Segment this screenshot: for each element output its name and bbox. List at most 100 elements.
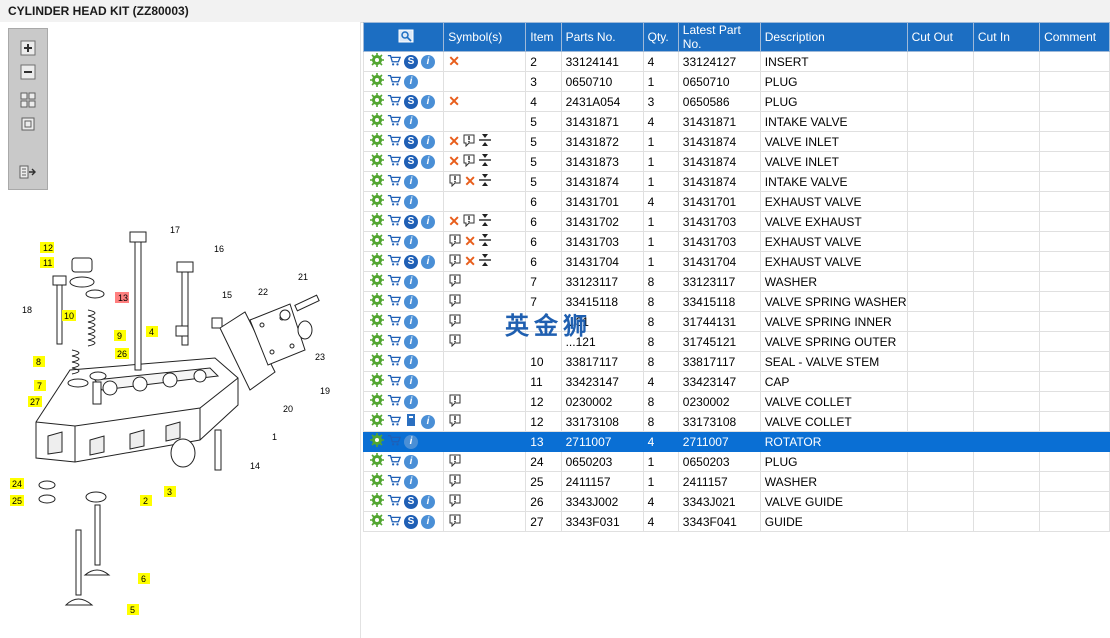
- table-row[interactable]: i 7 33415118 8 33415118 VALVE SPRING WASHER: [362, 291, 1110, 312]
- column-header-description[interactable]: Description: [759, 22, 908, 52]
- info-icon[interactable]: i: [421, 514, 435, 529]
- info-icon[interactable]: i: [404, 334, 418, 349]
- cart-icon[interactable]: [387, 373, 401, 390]
- cart-icon[interactable]: [387, 413, 401, 430]
- gear-icon[interactable]: [370, 113, 384, 130]
- gear-icon[interactable]: [370, 353, 384, 370]
- gear-icon[interactable]: [370, 453, 384, 470]
- info-icon[interactable]: i: [404, 74, 418, 89]
- gear-icon[interactable]: [370, 93, 384, 110]
- cart-icon[interactable]: [387, 313, 401, 330]
- gear-icon[interactable]: [370, 273, 384, 290]
- table-row[interactable]: i 10 33817117 8 33817117 SEAL - VALVE STEM: [362, 351, 1110, 372]
- cart-icon[interactable]: [387, 113, 401, 130]
- gear-icon[interactable]: [370, 233, 384, 250]
- book-icon[interactable]: [404, 413, 418, 430]
- info-icon[interactable]: i: [404, 174, 418, 189]
- gear-icon[interactable]: [370, 293, 384, 310]
- table-row[interactable]: i 12 33173108 8 33173108 VALVE COLLET: [362, 411, 1110, 432]
- gear-icon[interactable]: [370, 373, 384, 390]
- cart-icon[interactable]: [387, 273, 401, 290]
- cart-icon[interactable]: [387, 253, 401, 270]
- fit-all-button[interactable]: [16, 89, 40, 111]
- column-header-search[interactable]: [362, 22, 445, 52]
- cart-icon[interactable]: [387, 133, 401, 150]
- info-icon[interactable]: i: [421, 414, 435, 429]
- table-row[interactable]: i 6 31431701 4 31431701 EXHAUST VALVE: [362, 191, 1110, 212]
- cart-icon[interactable]: [387, 293, 401, 310]
- gear-icon[interactable]: [370, 433, 384, 450]
- export-button[interactable]: [16, 161, 40, 183]
- info-icon[interactable]: i: [421, 94, 435, 109]
- column-header-item[interactable]: Item: [525, 22, 562, 52]
- table-row[interactable]: Si 26 3343J002 4 3343J021 VALVE GUIDE: [362, 491, 1110, 512]
- info-icon[interactable]: i: [421, 154, 435, 169]
- search-icon[interactable]: [398, 29, 414, 43]
- cart-icon[interactable]: [387, 453, 401, 470]
- table-row[interactable]: Si 27 3343F031 4 3343F041 GUIDE: [362, 511, 1110, 532]
- column-header-symbols[interactable]: Symbol(s): [443, 22, 527, 52]
- table-row[interactable]: i 5 31431871 4 31431871 INTAKE VALVE: [362, 111, 1110, 132]
- gear-icon[interactable]: [370, 73, 384, 90]
- cart-icon[interactable]: [387, 173, 401, 190]
- cart-icon[interactable]: [387, 153, 401, 170]
- gear-icon[interactable]: [370, 393, 384, 410]
- cart-icon[interactable]: [387, 233, 401, 250]
- cart-icon[interactable]: [387, 513, 401, 530]
- cart-icon[interactable]: [387, 433, 401, 450]
- info-icon[interactable]: i: [404, 374, 418, 389]
- info-icon[interactable]: i: [421, 494, 435, 509]
- table-row[interactable]: i ✕ 5 31431874 1 31431874 INTAKE VALVE: [362, 171, 1110, 192]
- supersession-icon[interactable]: S: [404, 214, 418, 229]
- info-icon[interactable]: i: [421, 254, 435, 269]
- gear-icon[interactable]: [370, 493, 384, 510]
- table-row[interactable]: i 3 0650710 1 0650710 PLUG: [362, 71, 1110, 92]
- cart-icon[interactable]: [387, 393, 401, 410]
- table-row[interactable]: i ...121 8 31745121 VALVE SPRING OUTER: [362, 331, 1110, 352]
- table-row[interactable]: Si ✕ 2 33124141 4 33124127 INSERT: [362, 51, 1110, 72]
- column-header-latest-part-no[interactable]: Latest Part No.: [677, 22, 761, 52]
- table-row[interactable]: i 7 33123117 8 33123117 WASHER: [362, 271, 1110, 292]
- supersession-icon[interactable]: S: [404, 254, 418, 269]
- column-header-parts-no[interactable]: Parts No.: [560, 22, 644, 52]
- cart-icon[interactable]: [387, 353, 401, 370]
- cart-icon[interactable]: [387, 213, 401, 230]
- gear-icon[interactable]: [370, 173, 384, 190]
- info-icon[interactable]: i: [404, 274, 418, 289]
- info-icon[interactable]: i: [421, 54, 435, 69]
- cart-icon[interactable]: [387, 93, 401, 110]
- table-row[interactable]: i 25 2411157 1 2411157 WASHER: [362, 471, 1110, 492]
- zoom-out-button[interactable]: [16, 61, 40, 83]
- column-header-comment[interactable]: Comment: [1039, 22, 1110, 52]
- supersession-icon[interactable]: S: [404, 514, 418, 529]
- supersession-icon[interactable]: S: [404, 494, 418, 509]
- gear-icon[interactable]: [370, 193, 384, 210]
- cart-icon[interactable]: [387, 53, 401, 70]
- table-row[interactable]: Si ✕ 5 31431873 1 31431874 VALVE INLET: [362, 151, 1110, 172]
- table-row[interactable]: i 11 33423147 4 33423147 CAP: [362, 371, 1110, 392]
- table-row[interactable]: i 13 2711007 4 2711007 ROTATOR: [362, 431, 1110, 452]
- info-icon[interactable]: i: [421, 214, 435, 229]
- supersession-icon[interactable]: S: [404, 154, 418, 169]
- info-icon[interactable]: i: [404, 434, 418, 449]
- table-row[interactable]: Si ✕ 6 31431704 1 31431704 EXHAUST VALVE: [362, 251, 1110, 272]
- info-icon[interactable]: i: [404, 114, 418, 129]
- info-icon[interactable]: i: [404, 194, 418, 209]
- table-row[interactable]: i ...31 8 31744131 VALVE SPRING INNER: [362, 311, 1110, 332]
- gear-icon[interactable]: [370, 313, 384, 330]
- table-row[interactable]: i 12 0230002 8 0230002 VALVE COLLET: [362, 391, 1110, 412]
- column-header-qty[interactable]: Qty.: [642, 22, 679, 52]
- info-icon[interactable]: i: [404, 474, 418, 489]
- info-icon[interactable]: i: [404, 234, 418, 249]
- cart-icon[interactable]: [387, 473, 401, 490]
- info-icon[interactable]: i: [421, 134, 435, 149]
- table-row[interactable]: Si ✕ 6 31431702 1 31431703 VALVE EXHAUST: [362, 211, 1110, 232]
- info-icon[interactable]: i: [404, 354, 418, 369]
- gear-icon[interactable]: [370, 53, 384, 70]
- column-header-cut-out[interactable]: Cut Out: [906, 22, 974, 52]
- cart-icon[interactable]: [387, 333, 401, 350]
- table-row[interactable]: i 24 0650203 1 0650203 PLUG: [362, 451, 1110, 472]
- gear-icon[interactable]: [370, 253, 384, 270]
- zoom-in-button[interactable]: [16, 37, 40, 59]
- table-row[interactable]: Si ✕ 4 2431A054 3 0650586 PLUG: [362, 91, 1110, 112]
